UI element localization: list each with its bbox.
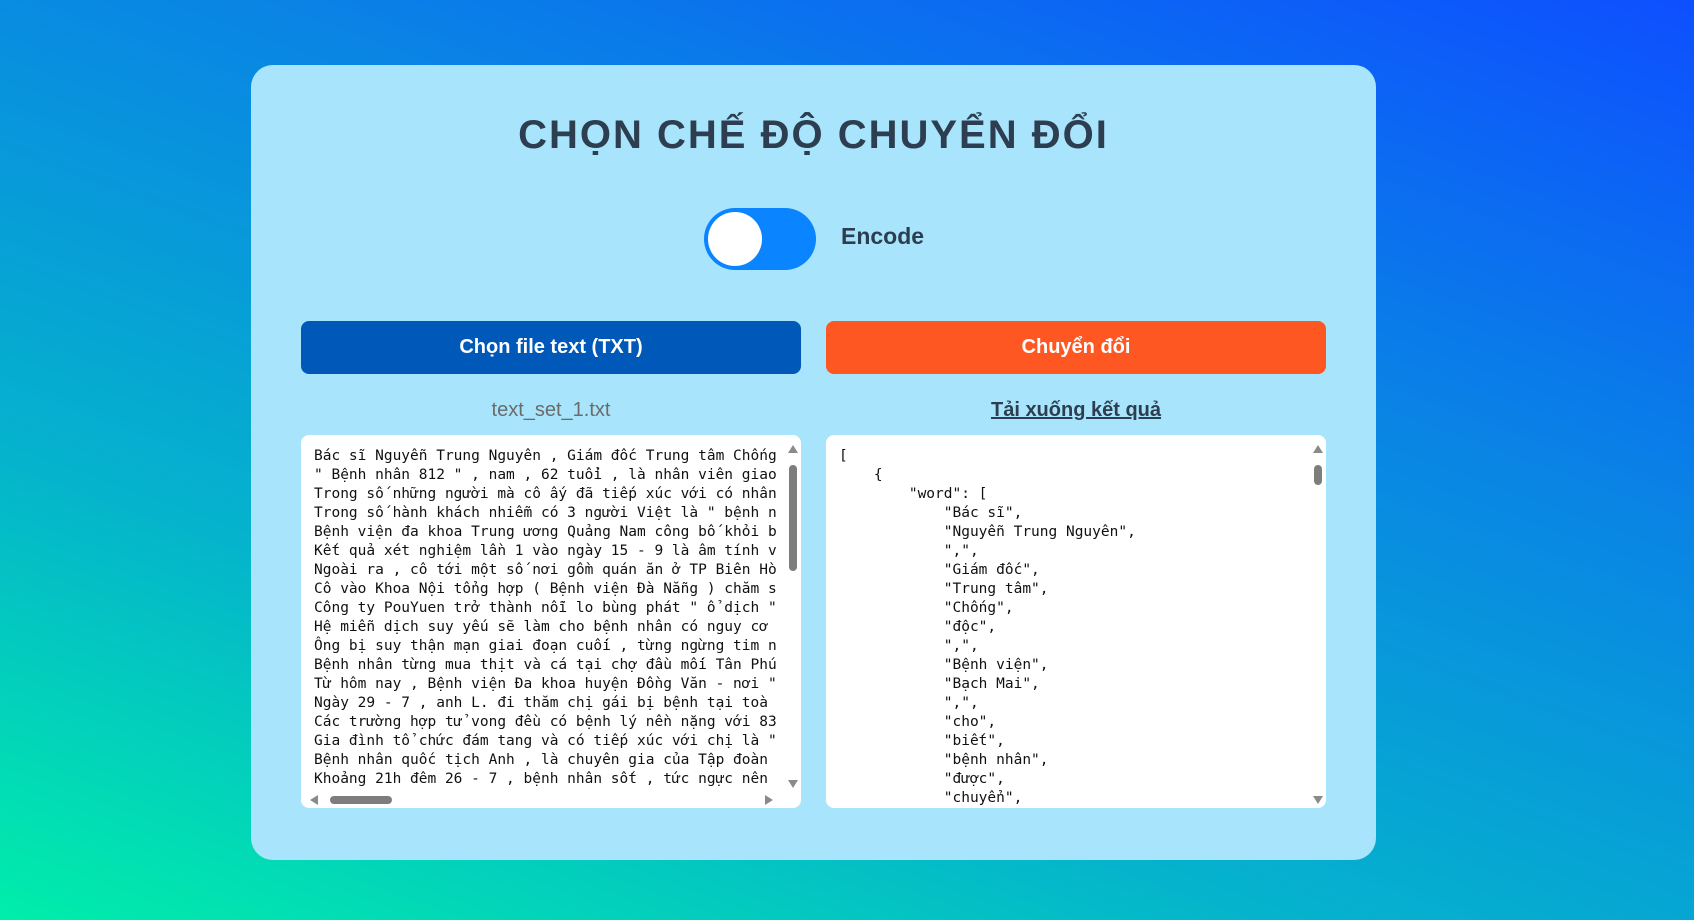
output-json-panel[interactable]: [ { "word": [ "Bác sĩ", "Nguyễn Trung Ng… (826, 435, 1326, 808)
download-result-link[interactable]: Tải xuống kết quả (826, 399, 1326, 422)
scroll-up-arrow-icon[interactable] (1313, 445, 1323, 453)
input-text-panel[interactable]: Bác sĩ Nguyễn Trung Nguyên , Giám đốc Tr… (301, 435, 801, 808)
scroll-thumb[interactable] (1314, 465, 1322, 485)
converter-card: CHỌN CHẾ ĐỘ CHUYỂN ĐỔI Encode Chọn file … (251, 65, 1376, 860)
scroll-up-arrow-icon[interactable] (788, 445, 798, 453)
selected-filename: text_set_1.txt (491, 399, 611, 421)
page-title: CHỌN CHẾ ĐỘ CHUYỂN ĐỔI (518, 113, 1109, 157)
scroll-thumb[interactable] (330, 796, 392, 804)
mode-toggle-row: Encode (251, 208, 1376, 270)
convert-button[interactable]: Chuyển đổi (826, 321, 1326, 374)
output-vertical-scrollbar[interactable] (1310, 435, 1326, 808)
input-horizontal-scrollbar[interactable] (301, 792, 785, 808)
scroll-thumb[interactable] (789, 465, 797, 571)
scroll-down-arrow-icon[interactable] (1313, 796, 1323, 804)
mode-toggle-label: Encode (841, 223, 925, 249)
scroll-right-arrow-icon[interactable] (765, 795, 773, 805)
scroll-down-arrow-icon[interactable] (788, 780, 798, 788)
input-text-content: Bác sĩ Nguyễn Trung Nguyên , Giám đốc Tr… (314, 448, 777, 787)
input-vertical-scrollbar[interactable] (785, 435, 801, 792)
mode-toggle-switch[interactable] (704, 208, 816, 270)
toggle-knob (708, 212, 762, 266)
choose-file-button[interactable]: Chọn file text (TXT) (301, 321, 801, 374)
scroll-left-arrow-icon[interactable] (310, 795, 318, 805)
output-json-content: [ { "word": [ "Bác sĩ", "Nguyễn Trung Ng… (839, 448, 1136, 806)
